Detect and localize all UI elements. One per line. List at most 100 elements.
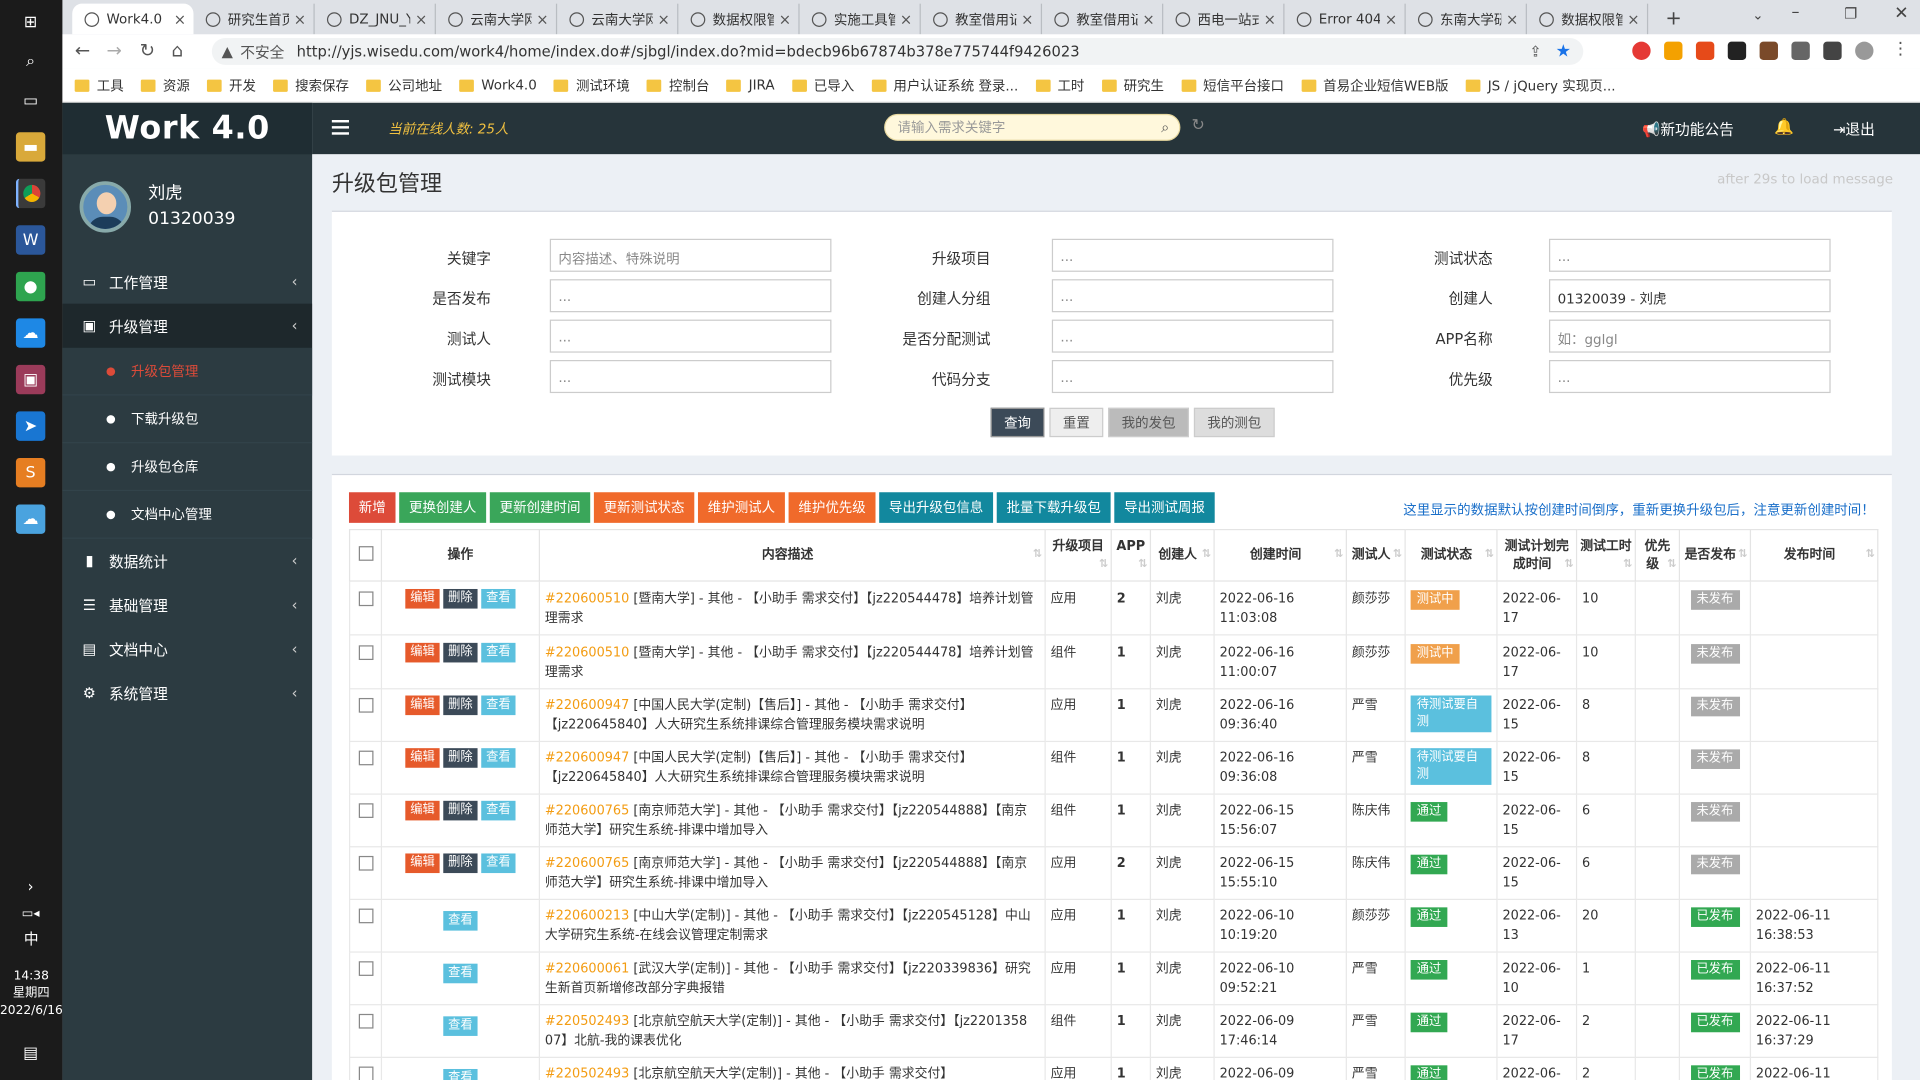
column-header[interactable]: 操作 bbox=[380, 528, 541, 582]
home-icon[interactable]: ⌂ bbox=[171, 39, 183, 61]
view-button[interactable]: 查看 bbox=[481, 695, 516, 716]
view-button[interactable]: 查看 bbox=[443, 963, 478, 984]
new-tab-button[interactable]: + bbox=[1665, 6, 1681, 29]
edit-button[interactable]: 编辑 bbox=[405, 748, 440, 768]
network-volume-icon[interactable]: ▭◂ bbox=[16, 899, 45, 928]
word-icon[interactable]: W bbox=[15, 225, 46, 255]
sort-icon[interactable]: ⇅ bbox=[1138, 555, 1147, 573]
forward-icon[interactable]: → bbox=[107, 39, 122, 61]
row-checkbox[interactable] bbox=[358, 1066, 373, 1080]
action-button[interactable]: 更新测试状态 bbox=[593, 492, 695, 523]
tab-close-icon[interactable]: × bbox=[900, 10, 912, 27]
filter-button[interactable]: 查询 bbox=[990, 407, 1045, 438]
sidebar-item[interactable]: ▮ 数据统计 ‹ bbox=[62, 539, 312, 583]
tab-close-icon[interactable]: × bbox=[1142, 10, 1154, 27]
sort-icon[interactable]: ⇅ bbox=[1393, 546, 1402, 564]
logout-link[interactable]: ⇥退出 bbox=[1833, 119, 1875, 140]
browser-tab[interactable]: 研究生首页 × bbox=[193, 3, 315, 35]
tab-search-icon[interactable]: ⌄ bbox=[1752, 7, 1763, 23]
requirement-link[interactable]: #220600765 bbox=[545, 856, 629, 871]
search-input[interactable]: 请输入需求关键字 bbox=[898, 118, 1006, 138]
requirement-link[interactable]: #220600947 bbox=[545, 698, 629, 713]
submenu-item[interactable]: 升级包仓库 bbox=[62, 443, 313, 492]
minimize-button[interactable]: – bbox=[1791, 4, 1799, 22]
view-button[interactable]: 查看 bbox=[481, 853, 516, 874]
file-explorer-icon[interactable]: ▬ bbox=[15, 132, 46, 162]
row-checkbox[interactable] bbox=[358, 645, 373, 661]
bookmark-item[interactable]: 资源 bbox=[140, 75, 190, 95]
column-header[interactable]: 优先级 ⇅ bbox=[1634, 528, 1681, 582]
bell-icon[interactable]: 🔔 bbox=[1774, 119, 1794, 137]
app-logo[interactable]: Work 4.0 bbox=[62, 102, 313, 155]
sort-icon[interactable]: ⇅ bbox=[1564, 555, 1573, 573]
restore-button[interactable]: ❐ bbox=[1844, 5, 1857, 22]
sublime-icon[interactable]: S bbox=[15, 457, 46, 488]
action-button[interactable]: 新增 bbox=[348, 492, 396, 523]
row-checkbox[interactable] bbox=[358, 750, 373, 766]
column-header[interactable]: APP ⇅ bbox=[1110, 528, 1152, 582]
column-header[interactable]: 创建时间 ⇅ bbox=[1213, 528, 1347, 582]
bookmark-item[interactable]: 首易企业短信WEB版 bbox=[1301, 75, 1449, 95]
sort-icon[interactable]: ⇅ bbox=[1033, 546, 1042, 564]
sort-icon[interactable]: ⇅ bbox=[1485, 546, 1494, 564]
edit-button[interactable]: 编辑 bbox=[405, 800, 440, 821]
requirement-link[interactable]: #220502493 bbox=[545, 1014, 629, 1029]
windows-start-icon[interactable]: ⊞ bbox=[16, 7, 45, 36]
browser-tab[interactable]: 云南大学网 × bbox=[436, 3, 558, 35]
action-button[interactable]: 导出升级包信息 bbox=[879, 492, 994, 523]
row-checkbox[interactable] bbox=[358, 961, 373, 976]
close-window-button[interactable]: ✕ bbox=[1894, 4, 1908, 24]
tray-expand-icon[interactable]: › bbox=[16, 872, 45, 901]
column-header[interactable]: 测试工时 ⇅ bbox=[1575, 528, 1636, 582]
bookmark-item[interactable]: 开发 bbox=[206, 75, 256, 95]
column-header[interactable]: 创建人 ⇅ bbox=[1149, 528, 1215, 582]
submenu-item[interactable]: 升级包管理 bbox=[62, 347, 313, 396]
sidebar-item[interactable]: ⚙ 系统管理 ‹ bbox=[62, 671, 312, 715]
omnibox[interactable]: ▲ 不安全 http://yjs.wisedu.com/work4/home/i… bbox=[211, 37, 1584, 65]
sort-icon[interactable]: ⇅ bbox=[1334, 546, 1343, 564]
edit-button[interactable]: 编辑 bbox=[405, 588, 440, 609]
requirement-link[interactable]: #220502493 bbox=[545, 1067, 629, 1080]
browser-tab[interactable]: DZ_JNU_Y × bbox=[315, 3, 436, 35]
search-icon[interactable]: ⌕ bbox=[1161, 119, 1169, 137]
tab-close-icon[interactable]: × bbox=[1021, 10, 1033, 27]
browser-tab[interactable]: 实施工具管 × bbox=[800, 3, 921, 35]
bookmark-item[interactable]: 短信平台接口 bbox=[1181, 75, 1284, 95]
row-checkbox[interactable] bbox=[358, 803, 373, 818]
tab-close-icon[interactable]: × bbox=[1385, 10, 1397, 27]
view-button[interactable]: 查看 bbox=[443, 911, 478, 931]
bookmark-item[interactable]: 已导入 bbox=[791, 75, 854, 95]
filter-input[interactable]: ... bbox=[1051, 319, 1334, 353]
filter-button[interactable]: 重置 bbox=[1049, 407, 1104, 438]
chrome-icon[interactable] bbox=[15, 178, 46, 209]
ime-indicator[interactable]: 中 bbox=[0, 931, 62, 948]
hamburger-icon[interactable] bbox=[331, 120, 349, 135]
filter-input[interactable]: ... bbox=[549, 319, 832, 353]
sort-icon[interactable]: ⇅ bbox=[1738, 546, 1747, 564]
action-button[interactable]: 更新创建时间 bbox=[489, 492, 591, 523]
c-extension-icon[interactable] bbox=[1695, 41, 1715, 61]
sidebar-item[interactable]: ▣ 升级管理 ‹ bbox=[62, 303, 313, 348]
filter-button[interactable]: 我的发包 bbox=[1108, 407, 1189, 438]
column-header[interactable]: 升级项目 ⇅ bbox=[1044, 528, 1112, 582]
browser-tab[interactable]: 数据权限管 × bbox=[678, 3, 800, 35]
bookmark-item[interactable]: Work4.0 bbox=[459, 77, 537, 93]
sort-icon[interactable]: ⇅ bbox=[1623, 555, 1632, 573]
filter-input[interactable]: ... bbox=[549, 279, 832, 313]
delete-button[interactable]: 删除 bbox=[443, 588, 478, 609]
tab-close-icon[interactable]: × bbox=[294, 10, 306, 27]
tab-close-icon[interactable]: × bbox=[779, 10, 791, 27]
url-text[interactable]: http://yjs.wisedu.com/work4/home/index.d… bbox=[297, 43, 1080, 60]
view-button[interactable]: 查看 bbox=[443, 1068, 478, 1080]
view-button[interactable]: 查看 bbox=[481, 800, 516, 821]
browser-tab[interactable]: Work4.0 × bbox=[72, 3, 194, 35]
sort-icon[interactable]: ⇅ bbox=[1202, 546, 1211, 564]
bookmark-item[interactable]: JIRA bbox=[726, 77, 775, 93]
sidebar-item[interactable]: ▤ 文档中心 ‹ bbox=[62, 627, 312, 671]
sidepanel-icon[interactable] bbox=[1823, 41, 1842, 61]
edit-button[interactable]: 编辑 bbox=[405, 642, 440, 663]
browser-tab[interactable]: Error 404 × bbox=[1285, 3, 1406, 35]
bookmark-item[interactable]: 研究生 bbox=[1101, 75, 1164, 95]
filter-input[interactable]: ... bbox=[1548, 360, 1831, 394]
notification-icon[interactable]: ▤ bbox=[16, 1038, 45, 1067]
